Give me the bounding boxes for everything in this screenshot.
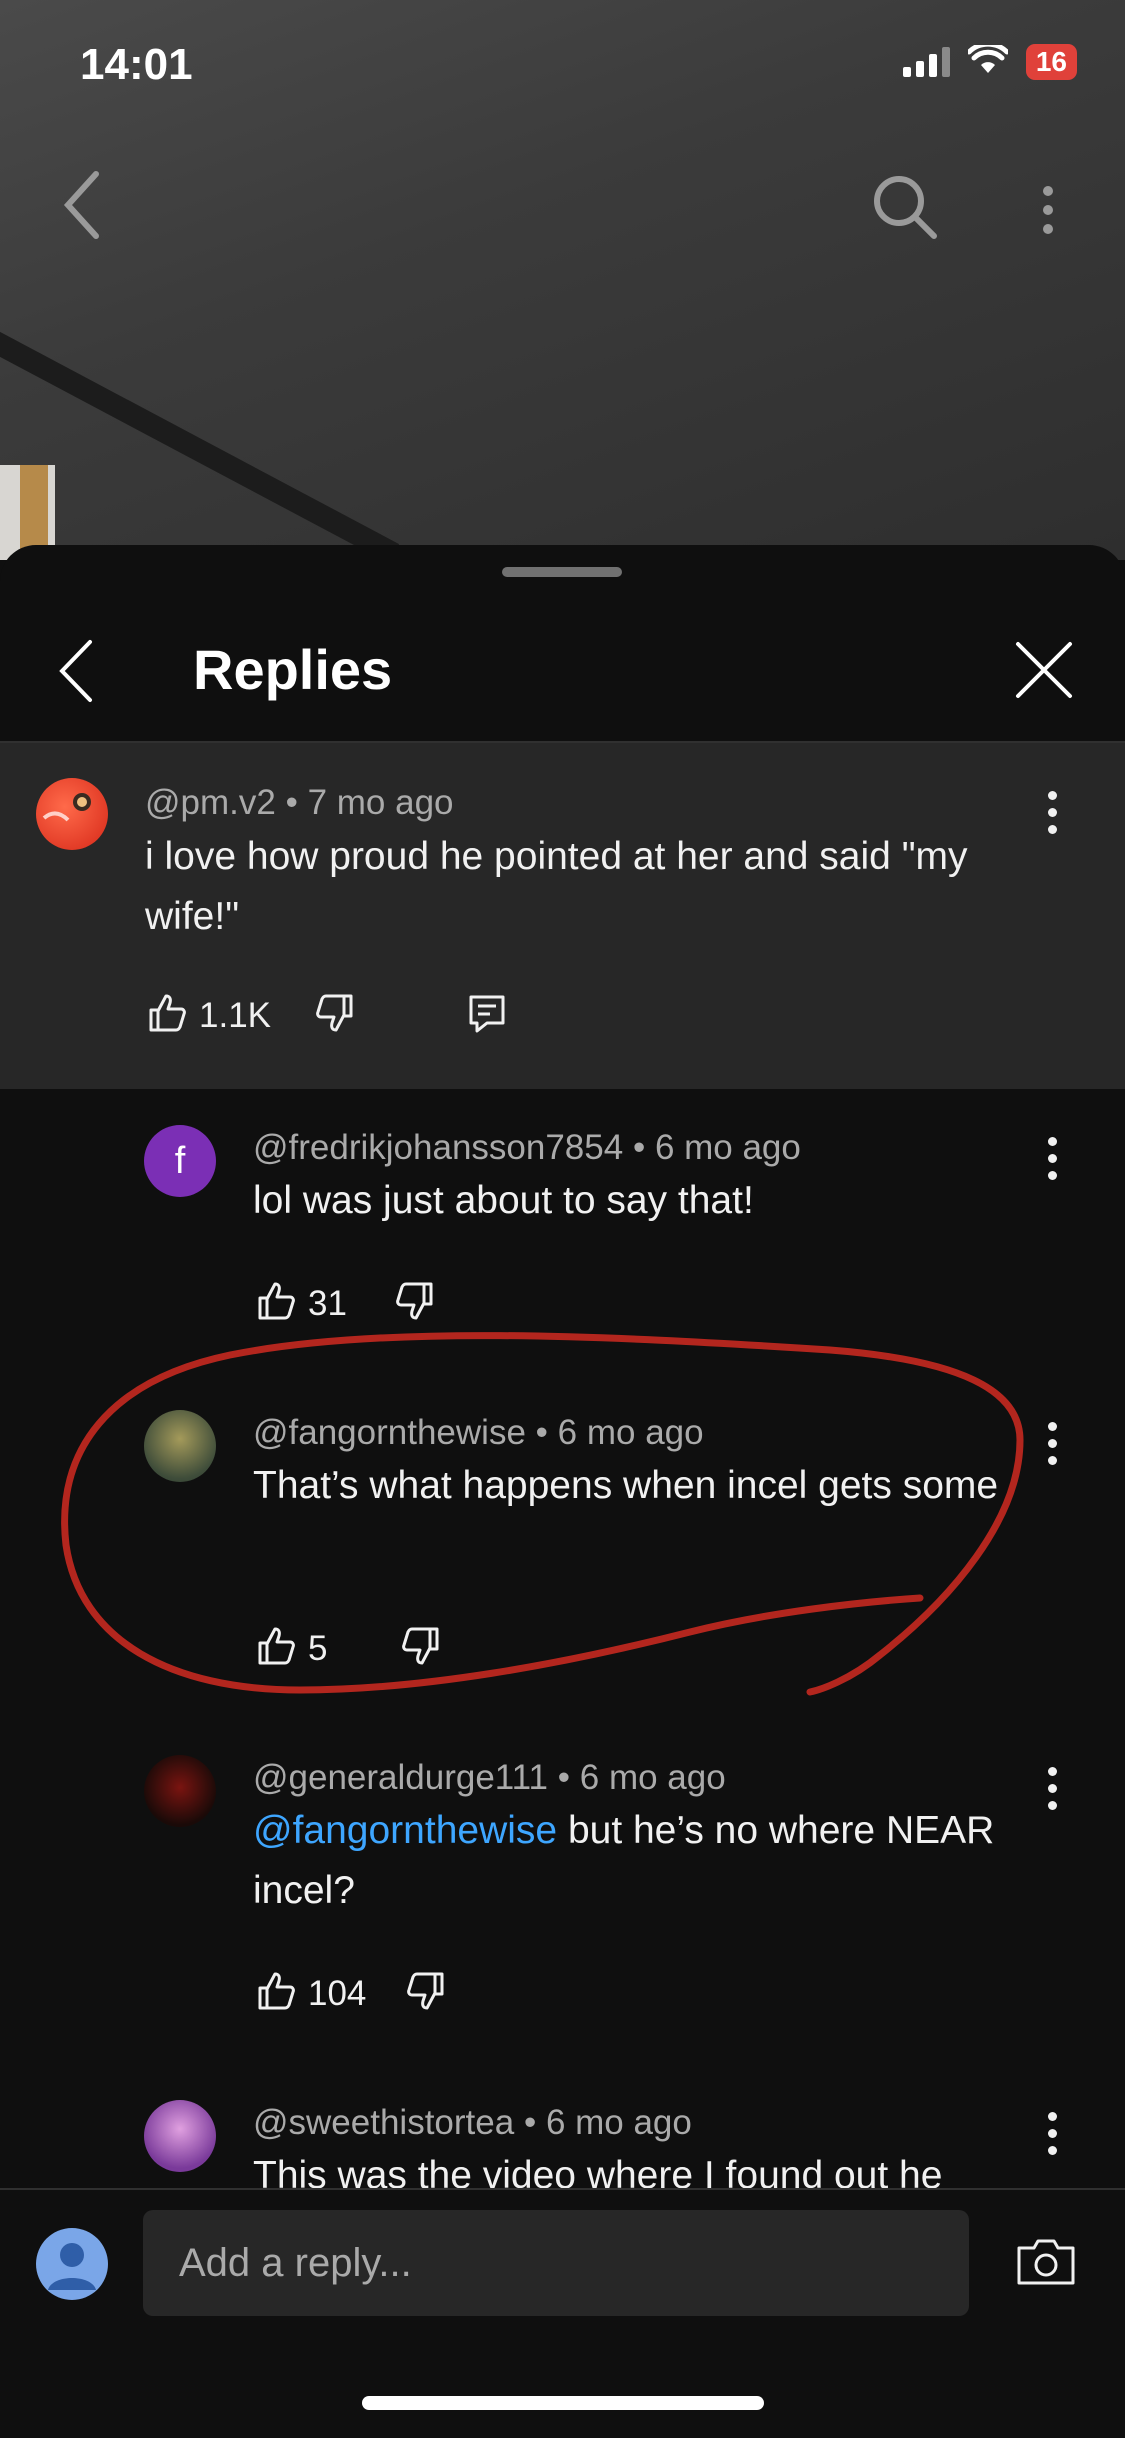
drag-handle[interactable]: [502, 567, 622, 577]
comment-meta: @pm.v2 • 7 mo ago: [145, 783, 454, 822]
comment-actions: 5: [256, 1626, 441, 1671]
replies-panel: Replies @pm.v2 • 7 mo ago i love how pro…: [0, 545, 1125, 2436]
comment-author[interactable]: @fredrikjohansson7854: [253, 1128, 623, 1167]
comment-actions: 31: [256, 1281, 435, 1326]
dislike-icon[interactable]: [401, 1626, 441, 1671]
reply-item: @sweethistortea • 6 mo ago This was the …: [0, 2095, 1125, 2188]
dislike-icon[interactable]: [395, 1281, 435, 1326]
close-icon[interactable]: [1015, 641, 1073, 704]
home-indicator: [362, 2396, 764, 2410]
like-count: 31: [308, 1283, 347, 1323]
comment-age: 6 mo ago: [557, 1413, 704, 1452]
status-time: 14:01: [80, 40, 193, 89]
like-icon[interactable]: [256, 1971, 296, 2016]
battery-indicator: 16: [1025, 44, 1077, 80]
back-icon[interactable]: [58, 639, 94, 708]
panel-title: Replies: [193, 638, 393, 701]
dislike-icon[interactable]: [406, 1971, 446, 2016]
signal-icon: [902, 47, 950, 77]
like-count: 5: [308, 1628, 328, 1668]
more-options-icon[interactable]: [1041, 185, 1055, 240]
like-count: 104: [308, 1973, 367, 2013]
comment-age: 6 mo ago: [545, 2103, 692, 2142]
comment-author[interactable]: @pm.v2: [145, 783, 276, 822]
comment-menu-icon[interactable]: [1048, 1137, 1058, 1188]
comment-menu-icon[interactable]: [1048, 1422, 1058, 1473]
like-count: 1.1K: [199, 995, 271, 1035]
comment-text: This was the video where I found out he: [253, 2154, 943, 2188]
comment-age: 6 mo ago: [579, 1758, 726, 1797]
comment-menu-icon[interactable]: [1048, 2112, 1058, 2163]
comment-meta: @fredrikjohansson7854 • 6 mo ago: [253, 1128, 801, 1167]
comment-age: 7 mo ago: [307, 783, 454, 822]
comment-text: That’s what happens when incel gets some: [253, 1464, 999, 1507]
comment-menu-icon[interactable]: [1048, 1767, 1058, 1818]
like-icon[interactable]: [147, 993, 187, 1038]
avatar[interactable]: [144, 2100, 216, 2172]
comment-author[interactable]: @generaldurge111: [253, 1758, 548, 1797]
comment-meta: @sweethistortea • 6 mo ago: [253, 2103, 692, 2142]
avatar[interactable]: [144, 1755, 216, 1827]
comment-menu-icon[interactable]: [1048, 791, 1058, 842]
comment-text: lol was just about to say that!: [253, 1179, 754, 1222]
reply-input[interactable]: [143, 2210, 969, 2316]
user-avatar-icon[interactable]: [36, 2228, 108, 2300]
comment-author[interactable]: @fangornthewise: [253, 1413, 526, 1452]
comment-actions: 104: [256, 1971, 446, 2016]
wifi-icon: [966, 41, 1010, 80]
status-icons: 16: [902, 41, 1077, 80]
mention-link[interactable]: @fangornthewise: [253, 1809, 557, 1852]
reply-icon[interactable]: [467, 993, 507, 1038]
comment-author[interactable]: @sweethistortea: [253, 2103, 514, 2142]
search-icon[interactable]: [870, 172, 940, 247]
dislike-icon[interactable]: [315, 993, 355, 1038]
comment-meta: @generaldurge111 • 6 mo ago: [253, 1758, 726, 1797]
comment-text: @fangornthewise but he’s no where NEAR i…: [253, 1809, 995, 1912]
avatar[interactable]: [36, 778, 108, 850]
parent-comment: @pm.v2 • 7 mo ago i love how proud he po…: [0, 743, 1125, 1089]
comment-meta: @fangornthewise • 6 mo ago: [253, 1413, 704, 1452]
camera-icon[interactable]: [1016, 2238, 1076, 2291]
avatar[interactable]: [144, 1410, 216, 1482]
ceiling-beam: [0, 300, 400, 560]
comment-age: 6 mo ago: [654, 1128, 801, 1167]
video-back-icon[interactable]: [62, 170, 102, 245]
like-icon[interactable]: [256, 1626, 296, 1671]
comment-actions: 1.1K: [147, 993, 507, 1038]
avatar[interactable]: f: [144, 1125, 216, 1197]
like-icon[interactable]: [256, 1281, 296, 1326]
comment-text: i love how proud he pointed at her and s…: [145, 835, 968, 938]
